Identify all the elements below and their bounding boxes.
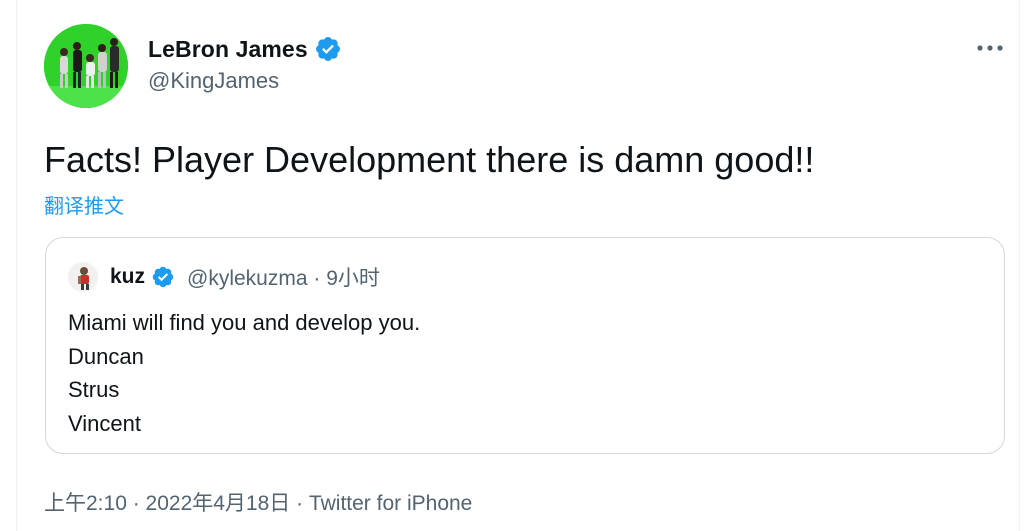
quoted-author-handle-time[interactable]: @kylekuzma · 9小时 [187, 262, 380, 292]
more-options-button[interactable] [972, 34, 1008, 62]
quoted-text-line: Strus [68, 377, 120, 402]
more-icon [977, 45, 1003, 51]
tweet-timestamp-source[interactable]: 上午2:10 · 2022年4月18日 · Twitter for iPhone [44, 487, 472, 517]
quoted-tweet-header: kuz @kylekuzma · 9小时 [68, 262, 380, 292]
author-handle[interactable]: @KingJames [148, 68, 279, 94]
author-name-row[interactable]: LeBron James [148, 33, 342, 65]
timeline-left-border [16, 0, 17, 531]
author-display-name[interactable]: LeBron James [148, 36, 308, 63]
verified-badge-icon [315, 37, 340, 61]
quoted-avatar-image [68, 262, 98, 292]
quoted-text-line: Vincent [68, 410, 141, 436]
author-avatar[interactable] [44, 24, 128, 108]
quoted-tweet-card[interactable]: kuz @kylekuzma · 9小时 Miami will find you… [45, 237, 1005, 454]
timeline-right-border [1019, 0, 1020, 531]
verified-badge-icon [152, 266, 174, 288]
quoted-tweet-text: Miami will find you and develop you. Dun… [68, 306, 420, 440]
quoted-text-line: Miami will find you and develop you. [68, 310, 421, 335]
avatar-image [44, 24, 128, 108]
translate-tweet-link[interactable]: 翻译推文 [44, 190, 124, 219]
quoted-text-line: Duncan [68, 343, 144, 369]
quoted-author-name[interactable]: kuz [110, 265, 145, 289]
tweet-text: Facts! Player Development there is damn … [44, 139, 815, 180]
quoted-author-avatar[interactable] [68, 262, 98, 292]
